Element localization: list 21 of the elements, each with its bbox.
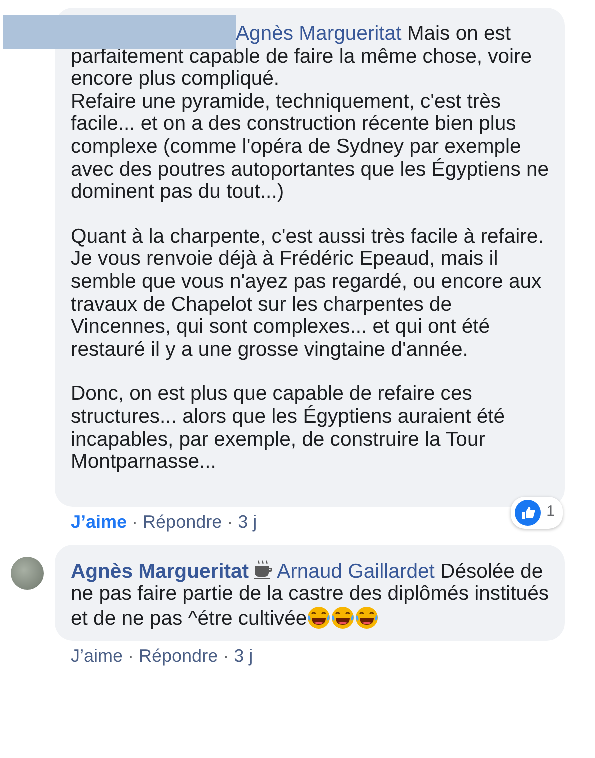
mention-link[interactable]: Agnès Margueritat: [236, 23, 402, 45]
like-link[interactable]: J’aime: [71, 646, 124, 668]
reaction-count: 1: [546, 502, 555, 522]
reply-link[interactable]: Répondre: [139, 646, 218, 668]
timestamp[interactable]: 3 j: [234, 646, 254, 668]
comment-text: Quant à la charpente, c'est aussi très facile à refaire. Je vous renvoie déjà à Frédéric Epeaud, mais il semble que vous n'ayez pas regardé, ou encore aux travaux de Chapelot sur les charpentes de Vincennes, qui sont complexes... et qui ont été restauré il y a une grosse vingtaine d'année.: [71, 226, 545, 362]
reaction-badge[interactable]: 1: [510, 496, 563, 529]
separator-dot: ·: [132, 512, 138, 533]
mention-link[interactable]: Arnaud Gaillardet: [277, 560, 435, 583]
reply-link[interactable]: Répondre: [143, 512, 222, 533]
comment-text: Donc, on est plus que capable de refaire ces structures... alors que les Égyptiens auraient été incapables, par exemple, de construire la Tour Montparnasse...: [71, 383, 506, 474]
avatar[interactable]: [11, 556, 44, 590]
comment-text: Agnès Margueritat Mais on est parfaitement capable de faire la même chose, voire encore plus compliqué. Refaire une pyramide, techniquement, c'est très facile... et on a des construction récente bien plus complexe (comme l'opéra de Sydney par exemple avec des poutres autoportantes que les Égyptiens ne dominent pas du tout...): [71, 23, 550, 204]
comment-text: Agnès Margueritat Arnaud Gaillardet Désolée de ne pas faire partie de la castre des diplômés institués et de ne pas ^étre cultivée: [71, 560, 550, 630]
timestamp[interactable]: 3 j: [238, 512, 258, 533]
author-name[interactable]: Agnès Margueritat: [71, 560, 250, 583]
like-link[interactable]: J’aime: [71, 512, 128, 533]
separator-dot: ·: [223, 646, 230, 668]
separator-dot: ·: [128, 646, 134, 668]
separator-dot: ·: [227, 512, 234, 533]
thumbs-up-icon: [514, 500, 541, 526]
